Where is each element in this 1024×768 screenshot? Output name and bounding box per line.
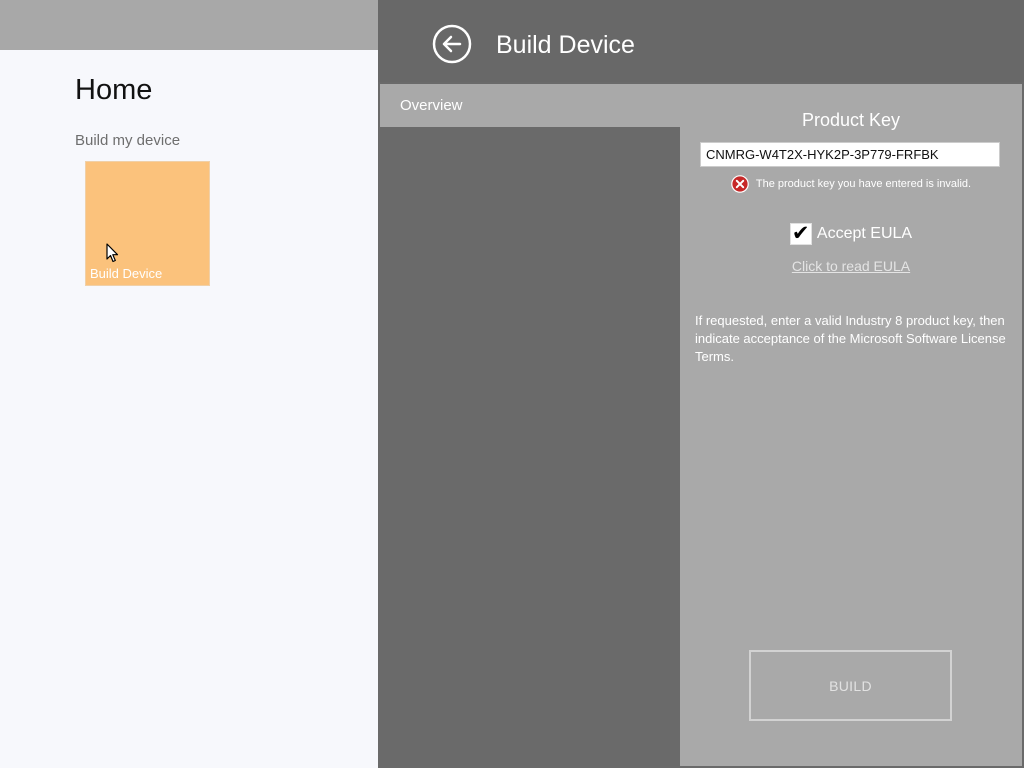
validation-error: The product key you have entered is inva… (680, 174, 1022, 194)
error-message: The product key you have entered is inva… (755, 178, 972, 190)
error-x-icon (731, 175, 749, 193)
tile-label: Build Device (90, 266, 163, 281)
app-window: Home Build my device Build Device Build … (0, 0, 1024, 768)
build-device-tile[interactable]: Build Device (85, 161, 210, 286)
tab-list-pane (380, 127, 680, 768)
tab-overview[interactable]: Overview (400, 97, 463, 114)
help-text: If requested, enter a valid Industry 8 p… (695, 313, 1006, 364)
tab-strip: Overview (380, 84, 680, 127)
build-device-panel: Build Device Overview Product Key The pr… (378, 0, 1024, 768)
home-top-bar (0, 0, 378, 50)
accept-eula-checkbox[interactable]: ✔ (789, 222, 812, 245)
mouse-cursor-icon (106, 243, 119, 263)
panel-title: Build Device (496, 31, 635, 59)
read-eula-link[interactable]: Click to read EULA (680, 258, 1022, 274)
checkmark-icon: ✔ (791, 222, 810, 245)
section-label: Build my device (75, 132, 181, 149)
accept-eula-label[interactable]: Accept EULA (817, 225, 912, 243)
accept-eula-row: ✔ Accept EULA (680, 222, 1022, 246)
product-key-input[interactable] (700, 142, 1000, 167)
content-pane: Product Key The product key you have ent… (680, 84, 1022, 766)
back-arrow-circle-icon[interactable] (432, 24, 472, 64)
panel-header: Build Device (378, 0, 1024, 82)
page-title: Home (75, 74, 153, 106)
product-key-heading: Product Key (801, 110, 901, 130)
build-button[interactable]: BUILD (749, 650, 952, 721)
